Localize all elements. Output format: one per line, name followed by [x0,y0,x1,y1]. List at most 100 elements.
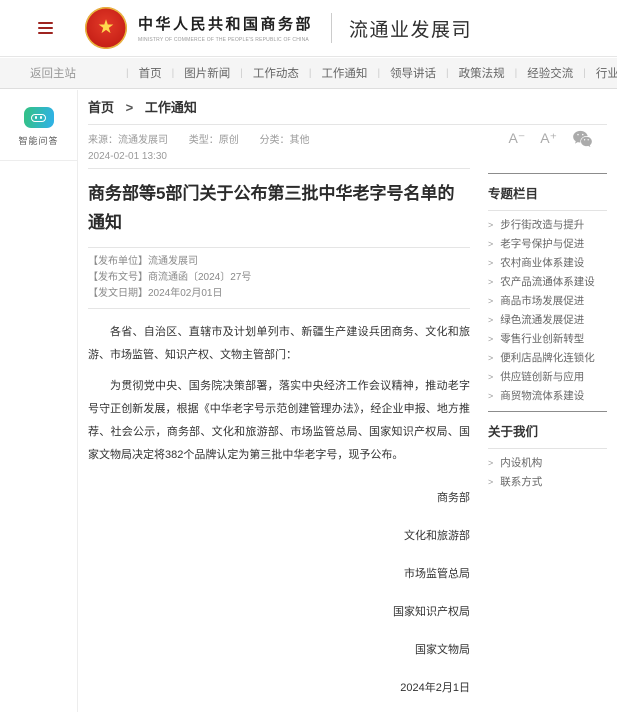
chevron-right-icon: > [488,239,493,249]
nav-item-separator: | [583,68,586,79]
nav-item[interactable]: | 工作动态 [230,65,299,81]
page: ★ 中华人民共和国商务部 MINISTRY OF COMMERCE OF THE… [0,0,617,712]
chevron-right-icon: > [488,315,493,325]
meta-source: 来源：流通发展司 [88,135,168,146]
sidebar-item[interactable]: > 农产品流通体系建设 [488,272,607,291]
site-header: ★ 中华人民共和国商务部 MINISTRY OF COMMERCE OF THE… [0,0,617,57]
nav-item[interactable]: | 政策法规 [436,65,505,81]
sidebar-item-label: 零售行业创新转型 [500,331,584,346]
smart-qa-label: 智能问答 [0,134,77,147]
nav-item[interactable]: | 图片新闻 [162,65,231,81]
nav-item-label[interactable]: 工作通知 [321,65,367,81]
main-nav: 返回主站 |首页 |图片新闻 |工作动态 |工作通知 |领导讲话 |政策法规 |… [0,58,617,89]
columns: 来源：流通发展司 类型：原创 分类：其他 2024-02-01 13:30 商务… [88,125,607,712]
sidebar-item-label: 便利店品牌化连锁化 [500,350,595,365]
signature-line: 国家文物局 [88,641,470,657]
nav-item-label[interactable]: 图片新闻 [184,65,230,81]
nav-item-label[interactable]: 领导讲话 [390,65,436,81]
chevron-right-icon: > [488,296,493,306]
sidebar-about-list: >内设机构 >联系方式 [488,453,607,491]
nav-item[interactable]: |工作通知 [299,65,368,81]
chevron-right-icon: > [488,477,493,487]
chevron-right-icon: > [488,391,493,401]
sidebar-item[interactable]: > 农村商业体系建设 [488,253,607,272]
doc-info-label: 【发文日期】 [88,288,148,299]
meta-type: 类型：原创 [189,135,239,146]
font-increase-button[interactable]: A⁺ [540,130,557,147]
sidebar-item[interactable]: > 供应链创新与应用 [488,367,607,386]
sidebar: 专题栏目 >步行街改造与提升 >老字号保护与促进 >农村商业体系建设 >农产品流… [488,125,607,491]
sidebar-item-label: 商贸物流体系建设 [500,388,584,403]
ministry-name-en: MINISTRY OF COMMERCE OF THE PEOPLE'S REP… [138,37,313,43]
sidebar-topic-list: >步行街改造与提升 >老字号保护与促进 >农村商业体系建设 >农产品流通体系建设… [488,215,607,405]
sidebar-item-label: 农村商业体系建设 [500,255,584,270]
signature-line: 商务部 [88,489,470,505]
nav-item-label[interactable]: 行业动态 [596,65,617,81]
nav-item[interactable]: | 首页 [116,65,162,81]
ministry-name-cn: 中华人民共和国商务部 [138,13,313,34]
doc-info-line: 【发文日期】2024年02月01日 [88,286,470,302]
left-rail: 智能问答 [0,90,78,712]
nav-item-separator: | [172,68,175,79]
nav-list: |首页 |图片新闻 |工作动态 |工作通知 |领导讲话 |政策法规 |经验交流 … [116,65,617,81]
nav-item[interactable]: | 行业动态 [573,65,617,81]
nav-item-label[interactable]: 工作动态 [253,65,299,81]
sidebar-item-label: 农产品流通体系建设 [500,274,595,289]
nav-back-to-main[interactable]: 返回主站 [30,65,76,81]
doc-info-line: 【发布单位】流通发展司 [88,254,470,270]
breadcrumb-separator: > [126,100,134,115]
nav-item-label[interactable]: 首页 [139,65,162,81]
smart-qa-button[interactable]: 智能问答 [0,107,77,147]
sidebar-item[interactable]: > 商贸物流体系建设 [488,386,607,405]
font-decrease-button[interactable]: A⁻ [509,130,526,147]
meta-category: 分类：其他 [260,135,310,146]
department-title: 流通业发展司 [349,15,472,42]
national-emblem-icon: ★ [85,7,127,49]
nav-item[interactable]: |领导讲话 [367,65,436,81]
sidebar-item-label: 供应链创新与应用 [500,369,584,384]
nav-item[interactable]: |经验交流 [505,65,574,81]
doc-info-value: 流通发展司 [148,256,198,267]
nav-item-label[interactable]: 政策法规 [459,65,505,81]
sidebar-item-label: 商品市场发展促进 [500,293,584,308]
chevron-right-icon: > [488,258,493,268]
sidebar-item[interactable]: > 商品市场发展促进 [488,291,607,310]
nav-item-separator: | [240,68,243,79]
chevron-right-icon: > [488,372,493,382]
article-title: 商务部等5部门关于公布第三批中华老字号名单的通知 [88,179,470,237]
signature-block: 商务部 文化和旅游部 市场监管总局 国家知识产权局 国家文物局 [88,489,470,657]
article-body: 各省、自治区、直辖市及计划单列市、新疆生产建设兵团商务、文化和旅游、市场监管、知… [88,321,470,467]
nav-item-separator: | [126,68,129,79]
breadcrumb: 首页 > 工作通知 [88,90,607,125]
signature-line: 国家知识产权局 [88,603,470,619]
sidebar-item[interactable]: >联系方式 [488,472,607,491]
sidebar-section-title: 关于我们 [488,412,607,449]
sidebar-item[interactable]: >绿色流通发展促进 [488,310,607,329]
robot-chat-icon [24,107,54,128]
sidebar-item-label: 老字号保护与促进 [500,236,584,251]
signature-line: 市场监管总局 [88,565,470,581]
sidebar-item[interactable]: >内设机构 [488,453,607,472]
sidebar-item[interactable]: > 老字号保护与促进 [488,234,607,253]
breadcrumb-home[interactable]: 首页 [88,100,114,115]
nav-item-label[interactable]: 经验交流 [527,65,573,81]
nav-item-separator: | [446,68,449,79]
article: 来源：流通发展司 类型：原创 分类：其他 2024-02-01 13:30 商务… [88,125,470,712]
sidebar-item[interactable]: >步行街改造与提升 [488,215,607,234]
rail-divider [0,160,77,161]
sidebar-item-label: 步行街改造与提升 [500,217,584,232]
sidebar-item[interactable]: >零售行业创新转型 [488,329,607,348]
chevron-right-icon: > [488,353,493,363]
menu-icon[interactable] [38,19,53,37]
signature-line: 文化和旅游部 [88,527,470,543]
sidebar-section-title: 专题栏目 [488,174,607,211]
chevron-right-icon: > [488,277,493,287]
sidebar-item[interactable]: > 便利店品牌化连锁化 [488,348,607,367]
article-meta: 来源：流通发展司 类型：原创 分类：其他 2024-02-01 13:30 [88,125,470,169]
header-divider [331,13,332,43]
breadcrumb-current[interactable]: 工作通知 [145,100,197,115]
wechat-share-icon[interactable] [572,130,593,147]
ministry-title-block: 中华人民共和国商务部 MINISTRY OF COMMERCE OF THE P… [138,13,313,43]
content-wrapper: 首页 > 工作通知 A⁻ A⁺ 来源：流通发展司 类型：原创 [88,90,607,712]
doc-info: 【发布单位】流通发展司 【发布文号】商流通函〔2024〕27号 【发文日期】20… [88,247,470,308]
